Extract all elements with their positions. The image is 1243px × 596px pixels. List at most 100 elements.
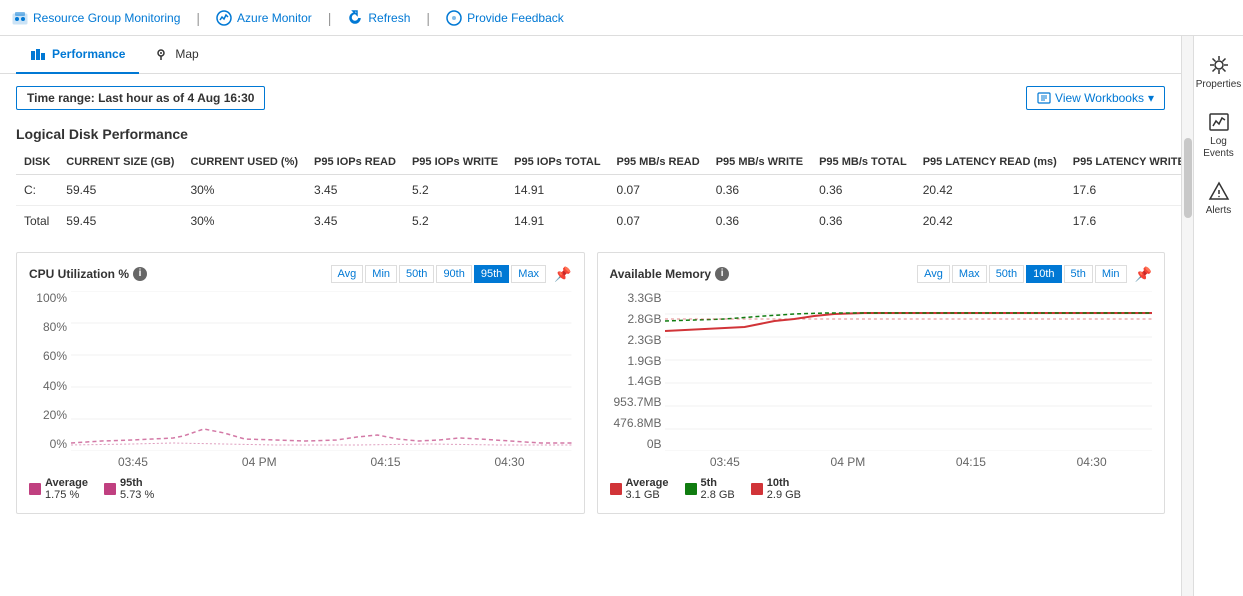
cpu-chart-header: CPU Utilization % i Avg Min 50th 90th 95… [29,265,572,283]
table-cell: 3.45 [306,206,404,237]
cpu-legend-95th: 95th 5.73 % [104,477,154,501]
col-iops-write: P95 IOPs WRITE [404,150,506,175]
memory-chart-area-wrapper: 3.3GB 2.8GB 2.3GB 1.9GB 1.4GB 953.7MB 47… [665,291,1153,469]
sidebar-item-log-events[interactable]: Log Events [1194,101,1243,170]
mem-10th-label: 10th [767,477,801,489]
cpu-btn-max[interactable]: Max [511,265,546,283]
cpu-chart-area-wrapper: 100% 80% 60% 40% 20% 0% [71,291,572,469]
right-sidebar: Properties Log Events Alerts [1193,36,1243,596]
cpu-chart-title: CPU Utilization % i [29,267,147,281]
tab-map[interactable]: Map [139,36,212,74]
table-cell: 30% [182,175,306,206]
mem-btn-10th[interactable]: 10th [1026,265,1061,283]
mem-5th-value: 2.8 GB [701,489,735,501]
table-row: C:59.4530%3.455.214.910.070.360.3620.421… [16,175,1181,206]
memory-chart-legend: Average 3.1 GB 5th 2.8 GB [610,477,1153,501]
table-cell: 17.6 [1065,175,1181,206]
content-area: Performance Map Time range: Last hour as… [0,36,1181,596]
cpu-btn-50th[interactable]: 50th [399,265,434,283]
feedback-label: Provide Feedback [467,11,564,25]
memory-x-labels: 03:45 04 PM 04:15 04:30 [665,453,1153,469]
memory-chart-svg [665,291,1153,451]
mem-btn-max[interactable]: Max [952,265,987,283]
log-events-icon [1208,111,1230,133]
log-events-label: Log Events [1198,136,1239,160]
table-cell: 0.36 [708,206,811,237]
col-mbs-read: P95 MB/s READ [609,150,708,175]
mem-avg-value: 3.1 GB [626,489,669,501]
scrollbar[interactable] [1181,36,1193,596]
time-range-bar: Time range: Last hour as of 4 Aug 16:30 … [16,86,1165,110]
col-mbs-total: P95 MB/s TOTAL [811,150,915,175]
time-range-button[interactable]: Time range: Last hour as of 4 Aug 16:30 [16,86,265,110]
disk-section-title: Logical Disk Performance [16,126,1165,142]
sidebar-item-alerts[interactable]: Alerts [1194,170,1243,227]
table-cell: 3.45 [306,175,404,206]
feedback-item[interactable]: Provide Feedback [446,10,564,26]
cpu-x-labels: 03:45 04 PM 04:15 04:30 [71,453,572,469]
table-cell: 59.45 [58,206,182,237]
tabs-bar: Performance Map [0,36,1181,74]
cpu-info-icon[interactable]: i [133,267,147,281]
cpu-btn-avg[interactable]: Avg [331,265,364,283]
cpu-pin-icon[interactable]: 📌 [554,266,571,283]
mem-btn-min[interactable]: Min [1095,265,1127,283]
memory-info-icon[interactable]: i [715,267,729,281]
table-cell: C: [16,175,58,206]
table-cell: 5.2 [404,206,506,237]
col-lat-write: P95 LATENCY WRITE (ms) [1065,150,1181,175]
time-range-value: Last hour as of 4 Aug 16:30 [98,91,254,105]
charts-row: CPU Utilization % i Avg Min 50th 90th 95… [16,252,1165,514]
feedback-icon [446,10,462,26]
cpu-btn-90th[interactable]: 90th [436,265,471,283]
mem-avg-label: Average [626,477,669,489]
table-cell: 0.36 [811,175,915,206]
tab-performance[interactable]: Performance [16,36,139,74]
table-cell: 0.07 [609,175,708,206]
performance-tab-label: Performance [52,47,125,61]
time-range-prefix: Time range: [27,91,95,105]
resource-group-icon [12,10,28,26]
cpu-legend-avg: Average 1.75 % [29,477,88,501]
memory-pin-icon[interactable]: 📌 [1135,266,1152,283]
view-workbooks-button[interactable]: View Workbooks ▾ [1026,86,1165,110]
resource-group-item[interactable]: Resource Group Monitoring [12,10,180,26]
memory-chart-card: Available Memory i Avg Max 50th 10th 5th… [597,252,1166,514]
table-cell: 5.2 [404,175,506,206]
memory-legend-5th: 5th 2.8 GB [685,477,735,501]
top-bar: Resource Group Monitoring | Azure Monito… [0,0,1243,36]
disk-table: DISK CURRENT SIZE (GB) CURRENT USED (%) … [16,150,1181,236]
mem-btn-50th[interactable]: 50th [989,265,1024,283]
cpu-chart-legend: Average 1.75 % 95th 5.73 % [29,477,572,501]
cpu-chart-controls: Avg Min 50th 90th 95th Max 📌 [331,265,572,283]
mem-5th-color [685,483,697,495]
table-cell: 20.42 [915,206,1065,237]
mem-btn-5th[interactable]: 5th [1064,265,1093,283]
sidebar-item-properties[interactable]: Properties [1194,44,1243,101]
performance-content: Time range: Last hour as of 4 Aug 16:30 … [0,74,1181,526]
mem-avg-color [610,483,622,495]
table-cell: 14.91 [506,206,608,237]
mem-btn-avg[interactable]: Avg [917,265,950,283]
cpu-95th-value: 5.73 % [120,489,154,501]
map-tab-label: Map [175,47,198,61]
azure-monitor-item[interactable]: Azure Monitor [216,10,312,26]
table-cell: 14.91 [506,175,608,206]
refresh-item[interactable]: Refresh [347,10,410,26]
col-iops-read: P95 IOPs READ [306,150,404,175]
view-workbooks-label: View Workbooks [1055,91,1144,105]
cpu-y-labels: 100% 80% 60% 40% 20% 0% [29,291,67,451]
mem-10th-value: 2.9 GB [767,489,801,501]
memory-chart-header: Available Memory i Avg Max 50th 10th 5th… [610,265,1153,283]
cpu-btn-95th[interactable]: 95th [474,265,509,283]
col-size: CURRENT SIZE (GB) [58,150,182,175]
memory-chart-title: Available Memory i [610,267,730,281]
cpu-95th-color [104,483,116,495]
cpu-btn-min[interactable]: Min [365,265,397,283]
cpu-chart-svg [71,291,572,451]
scrollbar-thumb[interactable] [1184,138,1192,218]
refresh-label: Refresh [368,11,410,25]
table-cell: 0.36 [811,206,915,237]
workbooks-chevron-icon: ▾ [1148,91,1154,105]
table-cell: 30% [182,206,306,237]
